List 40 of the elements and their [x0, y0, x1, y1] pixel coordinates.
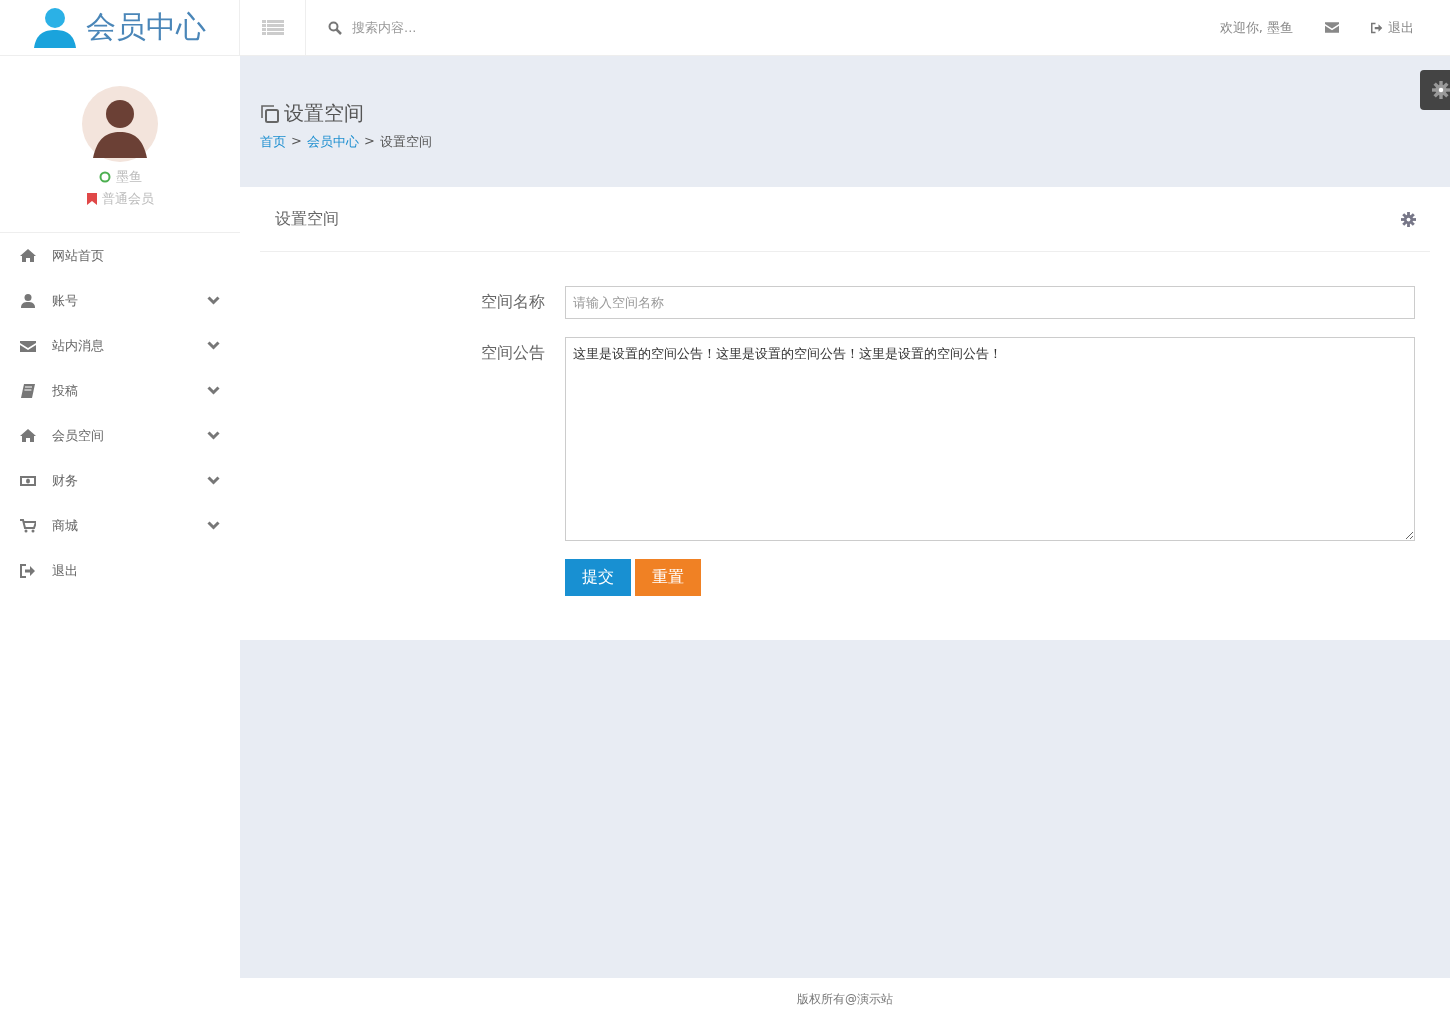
sidebar-item[interactable]: 财务: [0, 458, 240, 503]
user-icon: [33, 5, 76, 50]
sign-out-icon: [1371, 21, 1383, 34]
sidebar-item[interactable]: 商城: [0, 503, 240, 548]
user-icon: [20, 292, 36, 309]
copyright-text: 版权所有@演示站: [797, 991, 893, 1008]
sidebar-item[interactable]: 站内消息: [0, 323, 240, 368]
settings-tab[interactable]: [1420, 70, 1450, 110]
announcement-field[interactable]: 这里是设置的空间公告！这里是设置的空间公告！这里是设置的空间公告！: [565, 337, 1415, 541]
sidebar-item[interactable]: 账号: [0, 278, 240, 323]
settings-icon: [1432, 81, 1450, 99]
cart-icon: [20, 517, 36, 534]
sidebar-item[interactable]: 网站首页: [0, 233, 240, 278]
space-name-field[interactable]: 请输入空间名称: [565, 286, 1415, 319]
user-name: 墨鱼: [115, 168, 142, 186]
sidebar-item[interactable]: 会员空间: [0, 413, 240, 458]
sign-out-icon: [20, 562, 36, 579]
book-icon: [20, 382, 36, 399]
search-icon: [328, 20, 342, 35]
breadcrumb-link[interactable]: 首页: [260, 133, 286, 151]
breadcrumb-separator: >: [363, 133, 375, 150]
sidebar-item[interactable]: 投稿: [0, 368, 240, 413]
logout-link[interactable]: 退出: [1371, 18, 1414, 37]
settings-icon[interactable]: [1401, 211, 1416, 227]
field-label: 空间名称: [480, 291, 545, 313]
member-level: 普通会员: [101, 190, 154, 208]
copy-icon: [260, 103, 280, 124]
submit-button[interactable]: 提交: [565, 559, 631, 596]
envelope-icon[interactable]: [1325, 22, 1339, 33]
home-icon: [20, 427, 36, 444]
field-label: 空间公告: [480, 342, 545, 364]
breadcrumb-current: 设置空间: [379, 133, 432, 151]
home-icon: [20, 247, 36, 264]
page-title: 设置空间: [284, 100, 364, 127]
logo-text: 会员中心: [85, 8, 206, 46]
card-title: 设置空间: [275, 208, 339, 230]
breadcrumb-separator: >: [291, 133, 302, 150]
sidebar-item[interactable]: 退出: [0, 548, 240, 593]
bookmark-icon: [86, 193, 97, 205]
welcome-text: 欢迎你, 墨鱼: [1219, 18, 1293, 37]
